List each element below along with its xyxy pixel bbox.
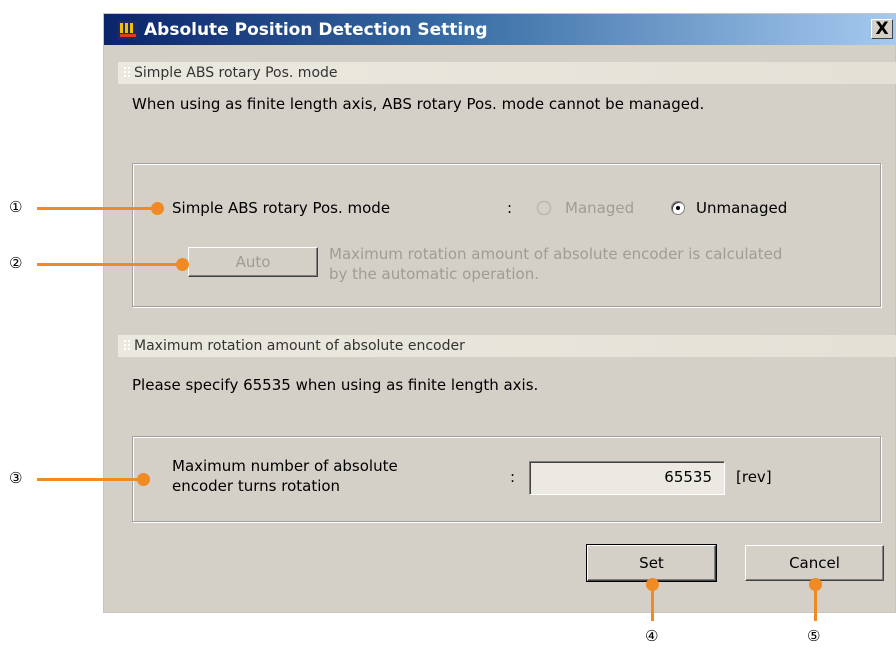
close-button[interactable]: X (871, 19, 893, 39)
callout-line-4 (651, 587, 654, 621)
auto-description-line2: by the automatic operation. (329, 265, 539, 283)
radio-selected-dot (676, 206, 680, 210)
callout-number-1: ① (9, 198, 23, 216)
radio-managed[interactable] (537, 201, 551, 215)
abs-mode-group: Simple ABS rotary Pos. mode : Managed Un… (132, 163, 881, 307)
grip-icon (124, 340, 130, 352)
abs-mode-label: Simple ABS rotary Pos. mode (172, 199, 391, 217)
callout-line-1 (37, 207, 157, 210)
app-icon (118, 21, 138, 39)
radio-managed-label: Managed (565, 199, 635, 217)
cancel-button[interactable]: Cancel (745, 545, 884, 581)
section-header-label: Maximum rotation amount of absolute enco… (134, 338, 465, 354)
close-icon: X (875, 19, 889, 39)
auto-description-line1: Maximum rotation amount of absolute enco… (329, 245, 783, 263)
callout-dot-3 (137, 473, 150, 486)
max-turns-input[interactable]: 65535 (529, 461, 725, 495)
colon: : (507, 199, 513, 217)
window-title: Absolute Position Detection Setting (144, 20, 488, 40)
radio-unmanaged-label: Unmanaged (696, 199, 788, 217)
callout-number-2: ② (9, 254, 23, 272)
max-rotation-group: Maximum number of absolute encoder turns… (132, 436, 881, 522)
unit-label: [rev] (736, 468, 772, 486)
callout-dot-2 (176, 258, 189, 271)
section-note: Please specify 65535 when using as finit… (132, 376, 539, 394)
grip-icon (124, 67, 130, 79)
section-header-simple-abs: Simple ABS rotary Pos. mode (118, 62, 896, 84)
callout-number-4: ④ (645, 627, 659, 645)
radio-unmanaged[interactable] (671, 201, 685, 215)
section-header-max-rotation: Maximum rotation amount of absolute enco… (118, 335, 896, 357)
title-bar[interactable]: Absolute Position Detection Setting X (104, 14, 896, 45)
max-turns-label-line2: encoder turns rotation (172, 477, 341, 495)
callout-number-5: ⑤ (807, 627, 821, 645)
callout-line-2 (37, 263, 182, 266)
max-turns-label-line1: Maximum number of absolute (172, 457, 398, 475)
colon: : (510, 468, 516, 486)
section-note: When using as finite length axis, ABS ro… (132, 95, 705, 113)
auto-button[interactable]: Auto (188, 247, 318, 277)
dialog-window: Absolute Position Detection Setting X Si… (103, 13, 896, 613)
callout-line-3 (37, 478, 143, 481)
set-button[interactable]: Set (586, 544, 717, 582)
section-header-label: Simple ABS rotary Pos. mode (134, 65, 338, 81)
callout-line-5 (814, 587, 817, 621)
callout-number-3: ③ (9, 469, 23, 487)
callout-dot-1 (151, 202, 164, 215)
